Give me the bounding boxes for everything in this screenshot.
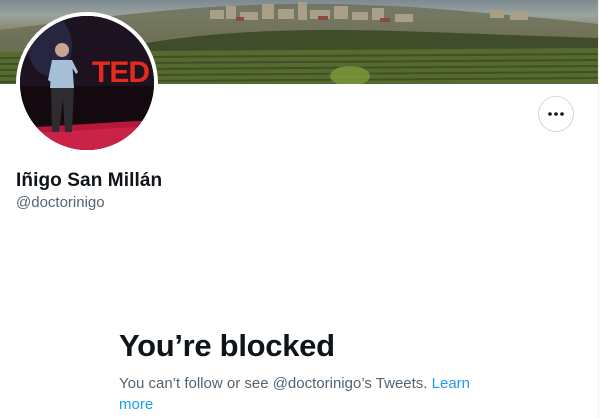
ted-logo-text: TED bbox=[92, 56, 149, 89]
blocked-message-container: You can’t follow or see @doctorinigo’s T… bbox=[119, 373, 491, 415]
blocked-message: You can’t follow or see @doctorinigo’s T… bbox=[119, 375, 428, 392]
avatar[interactable]: TED bbox=[16, 12, 158, 154]
avatar-photo: TED bbox=[20, 16, 154, 150]
more-options-button[interactable] bbox=[538, 96, 574, 132]
profile-display-name: Iñigo San Millán bbox=[16, 170, 163, 191]
page-scrollbar-edge bbox=[598, 0, 604, 418]
blocked-title: You’re blocked bbox=[119, 328, 335, 363]
profile-handle: @doctorinigo bbox=[16, 194, 105, 211]
more-horizontal-icon bbox=[548, 112, 564, 116]
